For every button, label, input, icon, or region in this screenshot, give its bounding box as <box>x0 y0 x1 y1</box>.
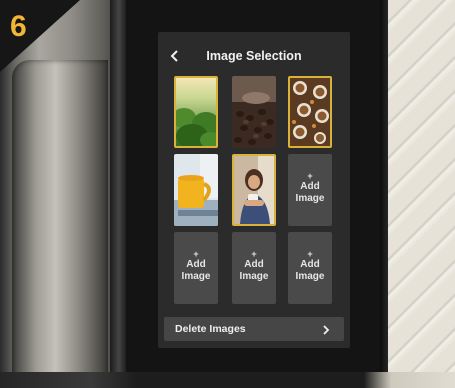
image-tile-yellow-mug[interactable] <box>174 154 218 226</box>
forest-image <box>176 78 216 146</box>
textured-wall <box>388 0 455 388</box>
delete-images-label: Delete Images <box>175 323 246 335</box>
add-image-tile[interactable]: + Add Image <box>288 154 332 226</box>
bottom-trim <box>0 372 455 388</box>
step-badge: 6 <box>0 0 80 72</box>
image-tile-forest[interactable] <box>174 76 218 148</box>
page-title: Image Selection <box>206 49 302 63</box>
door-handle <box>12 60 108 385</box>
add-label-line1: Add <box>300 181 320 192</box>
image-tile-coffee-beans[interactable] <box>232 76 276 148</box>
add-label-line1: Add <box>300 259 320 270</box>
image-tile-coffee-cups[interactable] <box>288 76 332 148</box>
add-image-tile[interactable]: + Add Image <box>288 232 332 304</box>
add-label-line1: Add <box>186 259 206 270</box>
screen-header: Image Selection <box>158 46 350 66</box>
plus-icon: + <box>307 249 313 259</box>
coffee-beans-image <box>232 76 276 148</box>
add-label-line2: Image <box>239 270 269 282</box>
yellow-mug-image <box>174 154 218 226</box>
add-label-line2: Image <box>295 270 325 282</box>
person-with-mug-image <box>234 156 274 224</box>
add-image-tile[interactable]: + Add Image <box>174 232 218 304</box>
add-label-line2: Image <box>295 192 325 204</box>
coffee-cups-image <box>290 78 330 146</box>
plus-icon: + <box>307 171 313 181</box>
chevron-right-icon <box>322 323 330 335</box>
delete-images-button[interactable]: Delete Images <box>164 317 344 341</box>
image-tile-person-with-mug[interactable] <box>232 154 276 226</box>
step-number: 6 <box>10 10 27 43</box>
plus-icon: + <box>251 249 257 259</box>
photo-scene: 6 Image Selection + Add Image + Add Imag… <box>0 0 455 388</box>
plus-icon: + <box>193 249 199 259</box>
touch-screen: Image Selection + Add Image + Add Image … <box>158 32 350 348</box>
add-image-tile[interactable]: + Add Image <box>232 232 276 304</box>
add-label-line2: Image <box>181 270 211 282</box>
add-label-line1: Add <box>244 259 264 270</box>
